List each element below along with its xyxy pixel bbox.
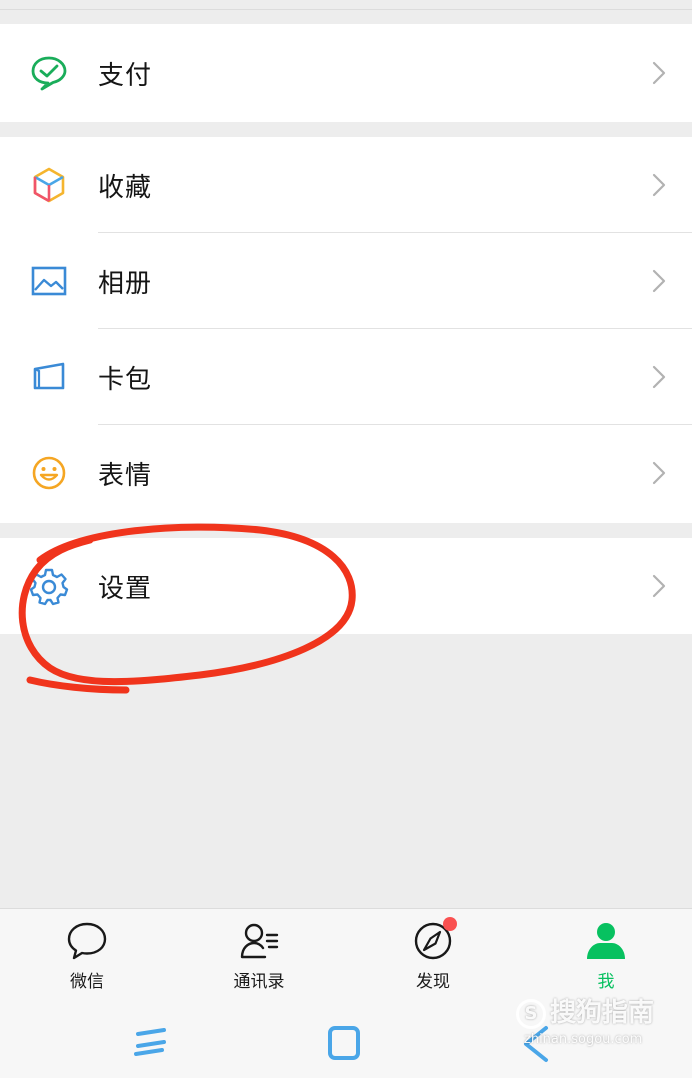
menu-item-card-wallet[interactable]: 卡包 [0,329,692,425]
menu-item-label: 相册 [98,268,153,299]
top-strip [0,0,692,10]
menu-item-label: 设置 [98,573,153,604]
chevron-right-icon [650,267,668,295]
chevron-right-icon [650,363,668,391]
card-wallet-icon [28,356,70,398]
watermark: S 搜狗指南 zhinan.sogou.com [516,992,655,1047]
tab-chats[interactable]: 微信 [27,919,147,1003]
tab-me[interactable]: 我 [546,919,666,1003]
tab-contacts[interactable]: 通讯录 [199,919,319,1003]
watermark-url: zhinan.sogou.com [524,1032,643,1047]
menu-item-stickers[interactable]: 表情 [0,425,692,521]
chevron-right-icon [650,59,668,87]
menu-item-pay[interactable]: 支付 [0,24,692,122]
album-image-icon [28,260,70,302]
sogou-logo-icon: S [516,998,546,1029]
menu-item-label: 收藏 [98,172,153,203]
bottom-tab-bar: 微信 通讯录 发现 我 [0,908,692,1002]
menu-item-label: 表情 [98,460,153,491]
compass-icon [411,917,457,963]
tab-label: 微信 [70,972,104,992]
watermark-text: 搜狗指南 [550,998,655,1028]
menu-item-label: 卡包 [98,364,153,395]
favorites-cube-icon [28,164,70,206]
recent-apps-icon[interactable] [128,1024,172,1064]
person-icon [584,919,628,963]
menu-item-settings[interactable]: 设置 [0,538,692,634]
menu-item-album[interactable]: 相册 [0,233,692,329]
main-menu-group: 收藏 相册 卡包 表情 [0,137,692,523]
tab-label: 我 [597,972,615,992]
tab-label: 发现 [416,972,450,992]
home-button-icon[interactable] [322,1024,366,1064]
tab-label: 通讯录 [233,972,285,992]
chevron-right-icon [650,459,668,487]
chevron-right-icon [650,171,668,199]
chevron-right-icon [650,572,668,600]
badge-dot [443,917,457,931]
wechat-pay-icon [28,52,70,94]
gear-icon [28,565,70,607]
menu-item-label: 支付 [98,60,153,91]
tab-discover[interactable]: 发现 [373,917,493,1003]
menu-item-favorites[interactable]: 收藏 [0,137,692,233]
pay-group: 支付 [0,24,692,122]
contacts-icon [237,919,281,963]
smiley-face-icon [28,452,70,494]
chat-bubble-icon [65,919,109,963]
settings-group: 设置 [0,538,692,634]
